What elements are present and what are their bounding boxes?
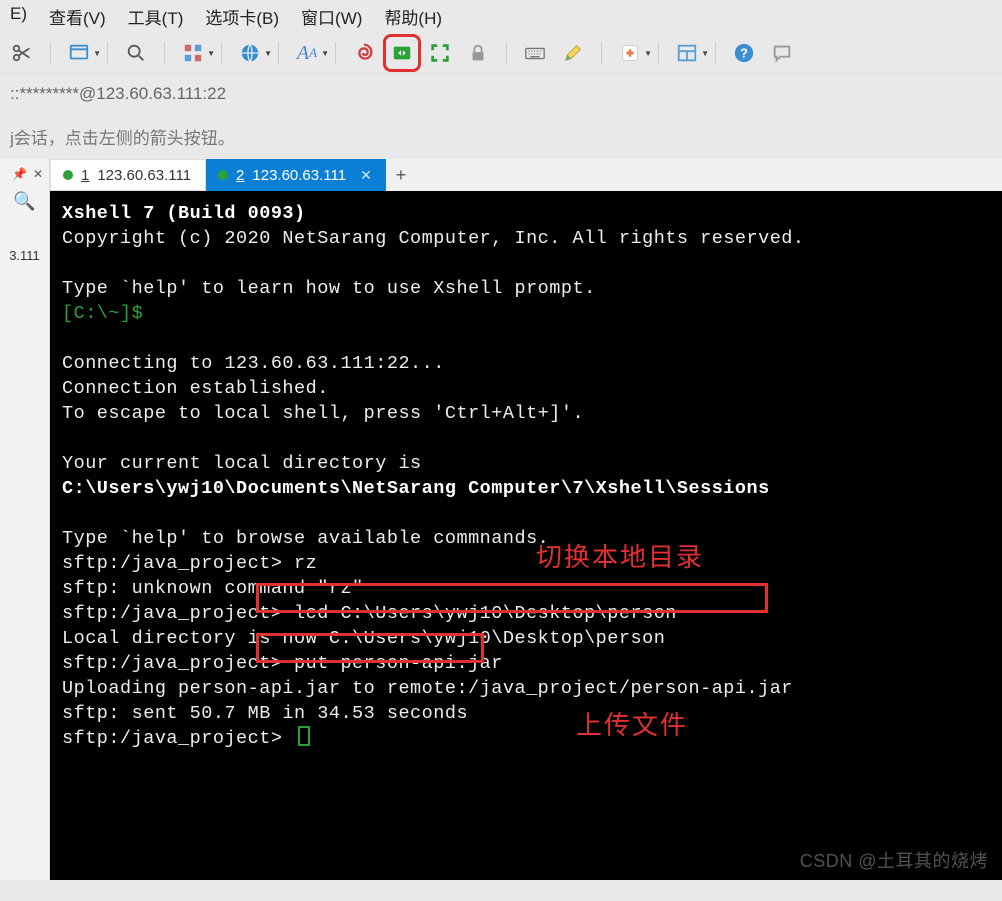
- menu-view[interactable]: 查看(V): [49, 4, 106, 29]
- svg-text:?: ?: [740, 46, 748, 61]
- menu-window[interactable]: 窗口(W): [301, 4, 362, 29]
- status-dot-icon: [63, 170, 73, 180]
- globe-icon[interactable]: ▼: [236, 39, 264, 67]
- menu-tabs[interactable]: 选项卡(B): [205, 4, 279, 29]
- annotation-box-2: [256, 633, 484, 663]
- panel-search-icon[interactable]: 🔍: [0, 191, 49, 212]
- close-panel-icon[interactable]: ✕: [33, 167, 43, 181]
- toolbar: ▼ ▼ ▼ AA▼ ▼ ▼ ?: [0, 33, 1002, 74]
- separator: [164, 42, 165, 64]
- separator: [221, 42, 222, 64]
- menu-bar: E) 查看(V) 工具(T) 选项卡(B) 窗口(W) 帮助(H): [0, 0, 1002, 33]
- session-tab-2[interactable]: 2 123.60.63.111 ✕: [206, 159, 386, 191]
- menu-help[interactable]: 帮助(H): [384, 4, 442, 29]
- session-panel: 📌 ✕ 🔍 3.111: [0, 159, 50, 880]
- main-area: 1 123.60.63.111 2 123.60.63.111 ✕ + Xshe…: [50, 159, 1002, 880]
- tab-strip: 1 123.60.63.111 2 123.60.63.111 ✕ +: [50, 159, 1002, 191]
- magnifier-icon[interactable]: [122, 39, 150, 67]
- plus-icon[interactable]: ▼: [616, 39, 644, 67]
- fullscreen-icon[interactable]: [426, 39, 454, 67]
- menu-tools[interactable]: 工具(T): [128, 4, 184, 29]
- transfer-icon[interactable]: [388, 39, 416, 67]
- panel-session-label[interactable]: 3.111: [0, 248, 49, 263]
- hint-text: j会话，点击左侧的箭头按钮。: [0, 114, 1002, 159]
- status-dot-icon: [218, 170, 228, 180]
- font-icon[interactable]: AA▼: [293, 39, 321, 67]
- lock-icon[interactable]: [464, 39, 492, 67]
- separator: [601, 42, 602, 64]
- separator: [278, 42, 279, 64]
- separator: [50, 42, 51, 64]
- separator: [335, 42, 336, 64]
- separator: [715, 42, 716, 64]
- window-icon[interactable]: ▼: [65, 39, 93, 67]
- help-icon[interactable]: ?: [730, 39, 758, 67]
- tab-index: 2: [236, 167, 244, 184]
- swirl-icon[interactable]: [350, 39, 378, 67]
- separator: [506, 42, 507, 64]
- tab-label: 123.60.63.111: [97, 167, 191, 184]
- menu-edit[interactable]: E): [10, 4, 27, 29]
- annotation-box-1: [256, 583, 768, 613]
- scissors-icon[interactable]: [8, 39, 36, 67]
- layout-icon[interactable]: ▼: [673, 39, 701, 67]
- grid-icon[interactable]: ▼: [179, 39, 207, 67]
- address-bar: ::*********@123.60.63.111:22: [0, 74, 1002, 114]
- terminal-output[interactable]: Xshell 7 (Build 0093) Copyright (c) 2020…: [50, 191, 1002, 880]
- annotation-label-2: 上传文件: [576, 713, 688, 738]
- annotation-label-1: 切换本地目录: [536, 545, 704, 570]
- pin-icon[interactable]: 📌: [12, 167, 27, 181]
- chat-icon[interactable]: [768, 39, 796, 67]
- watermark: CSDN @土耳其的烧烤: [800, 849, 988, 874]
- content-area: 📌 ✕ 🔍 3.111 1 123.60.63.111 2 123.60.63.…: [0, 159, 1002, 880]
- session-tab-1[interactable]: 1 123.60.63.111: [50, 159, 206, 191]
- separator: [107, 42, 108, 64]
- close-tab-icon[interactable]: ✕: [354, 167, 372, 184]
- tab-label: 123.60.63.111: [252, 167, 346, 184]
- separator: [658, 42, 659, 64]
- add-tab-button[interactable]: +: [386, 165, 416, 186]
- pencil-icon[interactable]: [559, 39, 587, 67]
- tab-index: 1: [81, 167, 89, 184]
- keyboard-icon[interactable]: [521, 39, 549, 67]
